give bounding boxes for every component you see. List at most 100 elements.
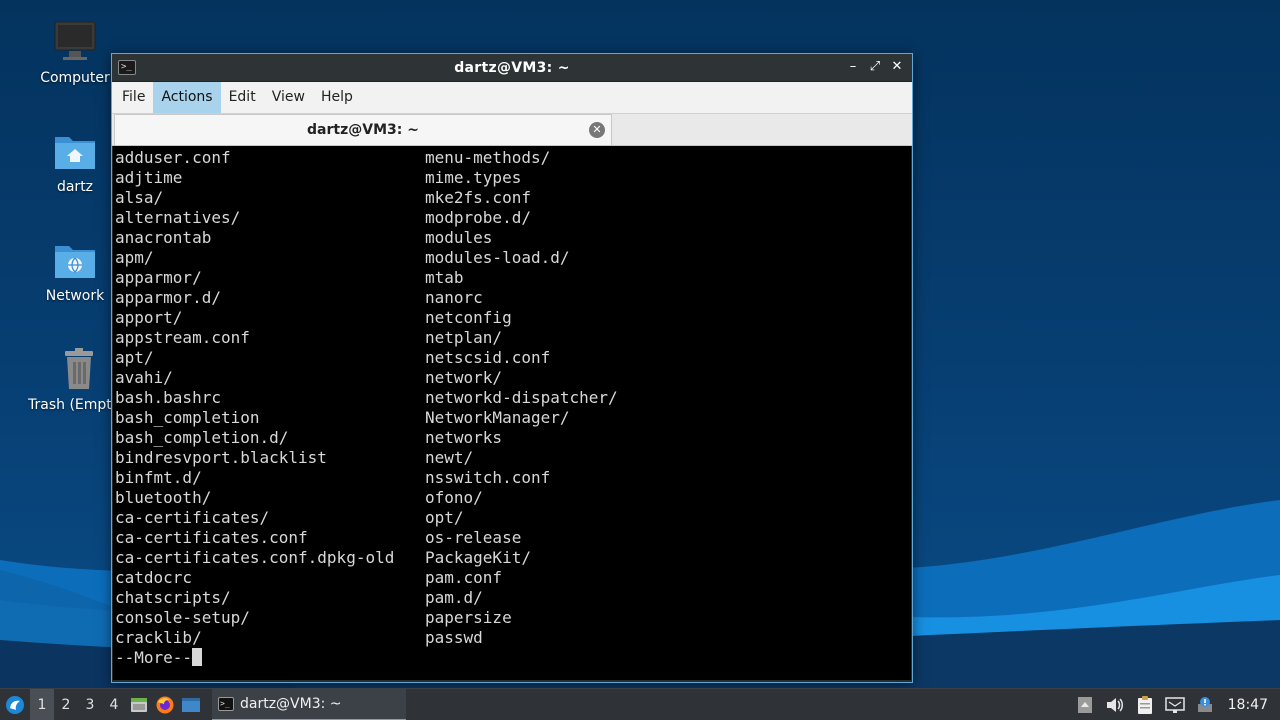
taskbar-task-terminal[interactable]: >_ dartz@VM3: ~ [212, 688, 406, 720]
listing-entry: NetworkManager/ [425, 408, 570, 427]
listing-entry: adjtime [115, 168, 183, 187]
listing-entry: mime.types [425, 168, 522, 187]
tab-label: dartz@VM3: ~ [307, 122, 419, 138]
listing-entry: networkd-dispatcher/ [425, 388, 618, 407]
listing-entry: modprobe.d/ [425, 208, 531, 227]
terminal-app-icon: >_ [218, 696, 234, 711]
listing-entry: appstream.conf [115, 328, 250, 347]
menu-file[interactable]: File [114, 82, 153, 113]
update-notifier-button[interactable] [1190, 689, 1220, 720]
listing-entry: networks [425, 428, 503, 447]
listing-entry: cracklib/ [115, 628, 202, 647]
listing-entry: bash.bashrc [115, 388, 221, 407]
tab-close-icon[interactable]: ✕ [589, 122, 605, 138]
taskbar: 1 2 3 4 >_ dartz@VM3: ~ 18:47 [0, 688, 1280, 720]
listing-entry: netplan/ [425, 328, 503, 347]
workspace-2[interactable]: 2 [54, 689, 78, 720]
maximize-button[interactable]: ⤢ [866, 58, 884, 76]
start-menu-button[interactable] [0, 689, 30, 720]
listing-entry: bash_completion.d/ [115, 428, 289, 447]
listing-entry: console-setup/ [115, 608, 250, 627]
listing-entry: binfmt.d/ [115, 468, 202, 487]
terminal-window[interactable]: >_ dartz@VM3: ~ – ⤢ ✕ File Actions Edit … [111, 53, 913, 683]
more-prompt: --More-- [115, 648, 911, 668]
firefox-launcher[interactable] [152, 689, 178, 720]
network-icon [1164, 697, 1185, 713]
listing-entry: ca-certificates.conf [115, 528, 308, 547]
listing-entry: bindresvport.blacklist [115, 448, 327, 467]
task-label: dartz@VM3: ~ [240, 695, 342, 712]
update-notifier-icon [1197, 697, 1212, 712]
listing-entry: nanorc [425, 288, 483, 307]
terminal-output[interactable]: adduser.conf adjtime alsa/alternatives/ana… [113, 146, 911, 680]
window-title: dartz@VM3: ~ [454, 59, 570, 76]
listing-entry: catdocrc [115, 568, 193, 587]
desktop-icon [182, 697, 200, 712]
workspace-1[interactable]: 1 [30, 688, 54, 720]
listing-entry: menu-methods/ [425, 148, 551, 167]
listing-entry: chatscripts/ [115, 588, 231, 607]
listing-entry: bluetooth/ [115, 488, 212, 507]
show-desktop-launcher[interactable] [178, 689, 204, 720]
listing-entry: nsswitch.conf [425, 468, 551, 487]
listing-entry: alsa/ [115, 188, 164, 207]
desktop-icon-label: Trash (Empty) [28, 397, 118, 413]
close-button[interactable]: ✕ [888, 58, 906, 76]
listing-entry: modules [425, 228, 493, 247]
firefox-icon [156, 696, 174, 713]
volume-button[interactable] [1100, 689, 1130, 720]
clipboard-icon [1137, 696, 1152, 714]
file-manager-icon [131, 697, 147, 712]
listing-entry: apparmor/ [115, 268, 202, 287]
listing-entry: bash_completion [115, 408, 260, 427]
file-manager-launcher[interactable] [126, 689, 152, 720]
listing-entry: avahi/ [115, 368, 173, 387]
listing-entry: alternatives/ [115, 208, 241, 227]
listing-entry: opt/ [425, 508, 464, 527]
workspace-4[interactable]: 4 [102, 689, 126, 720]
menu-view[interactable]: View [264, 82, 313, 113]
listing-entry: anacrontab [115, 228, 212, 247]
listing-column-2: menu-methods/mime.types mke2fs.conf modpro… [425, 148, 825, 648]
menu-actions[interactable]: Actions [153, 82, 221, 113]
listing-entry: ca-certificates.conf.dpkg-old [115, 548, 395, 567]
terminal-cursor [192, 648, 203, 666]
listing-entry: mtab [425, 268, 464, 287]
clock[interactable]: 18:47 [1220, 697, 1280, 713]
listing-entry: papersize [425, 608, 512, 627]
listing-column-1: adduser.conf adjtime alsa/alternatives/ana… [115, 148, 425, 648]
listing-entry: passwd [425, 628, 483, 647]
tab-terminal[interactable]: dartz@VM3: ~ ✕ [114, 114, 612, 145]
listing-entry: os-release [425, 528, 522, 547]
listing-entry: newt/ [425, 448, 474, 467]
menu-help[interactable]: Help [313, 82, 361, 113]
listing-entry: apt/ [115, 348, 154, 367]
clipboard-button[interactable] [1130, 689, 1160, 720]
tray-up-icon [1077, 697, 1092, 713]
network-button[interactable] [1160, 689, 1190, 720]
system-tray: 18:47 [1070, 689, 1280, 720]
lubuntu-logo-icon [6, 695, 24, 714]
listing-entry: modules-load.d/ [425, 248, 570, 267]
computer-icon [54, 21, 96, 60]
listing-entry: adduser.conf [115, 148, 231, 167]
listing-entry: ca-certificates/ [115, 508, 270, 527]
listing-entry: ofono/ [425, 488, 483, 507]
listing-entry: pam.conf [425, 568, 503, 587]
listing-entry: apparmor.d/ [115, 288, 221, 307]
minimize-button[interactable]: – [844, 58, 862, 76]
workspace-3[interactable]: 3 [78, 689, 102, 720]
listing-entry: apm/ [115, 248, 154, 267]
listing-entry: pam.d/ [425, 588, 483, 607]
menubar: File Actions Edit View Help [112, 82, 912, 114]
listing-entry: netconfig [425, 308, 512, 327]
listing-entry: mke2fs.conf [425, 188, 531, 207]
window-titlebar[interactable]: >_ dartz@VM3: ~ – ⤢ ✕ [112, 54, 912, 82]
volume-icon [1106, 698, 1123, 712]
more-prompt-text: --More-- [115, 648, 193, 667]
trash-icon [65, 348, 93, 389]
listing-entry: network/ [425, 368, 503, 387]
menu-edit[interactable]: Edit [221, 82, 264, 113]
tab-bar: dartz@VM3: ~ ✕ [112, 114, 912, 146]
tray-up-button[interactable] [1070, 689, 1100, 720]
